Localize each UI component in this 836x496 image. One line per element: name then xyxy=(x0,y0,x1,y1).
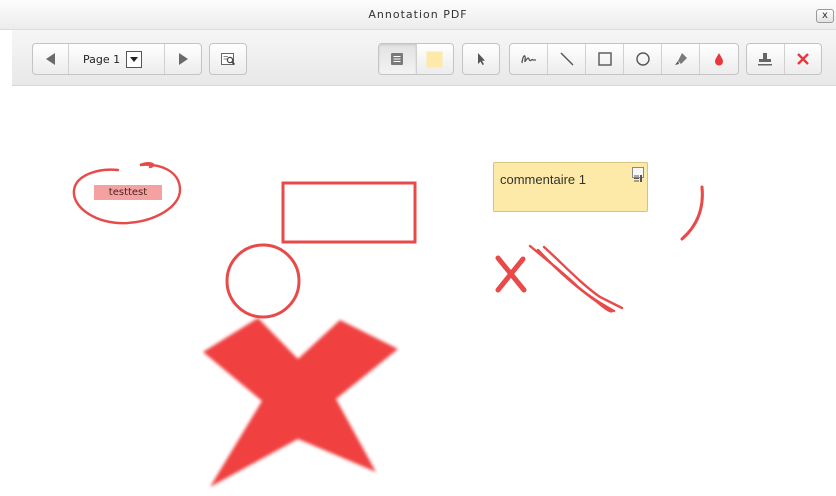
annotation-pdf-window: Annotation PDF x Page 1 testtest comment… xyxy=(0,0,836,496)
pdf-page-canvas[interactable]: testtest commentaire 1 xyxy=(0,87,836,496)
arrow-left-icon xyxy=(43,51,59,67)
large-cross-stamp[interactable] xyxy=(203,318,398,487)
oval-tool-button[interactable] xyxy=(624,44,662,74)
rectangle-icon xyxy=(597,51,613,67)
pointer-icon xyxy=(474,52,488,66)
page-select-value: Page 1 xyxy=(83,52,121,66)
select-tool-button[interactable] xyxy=(463,44,499,74)
comment-group xyxy=(378,43,454,75)
select-group xyxy=(462,43,500,75)
page-navigation-group: Page 1 xyxy=(32,43,202,75)
delete-annotation-button[interactable] xyxy=(785,44,822,74)
highlighter-tool-button[interactable] xyxy=(662,44,700,74)
freehand-line-annotation[interactable] xyxy=(528,244,624,313)
comment-menu-icon[interactable] xyxy=(632,167,644,182)
oval-icon xyxy=(635,51,651,67)
circle-annotation[interactable] xyxy=(225,243,301,319)
stamp-tool-button[interactable] xyxy=(747,44,785,74)
stamp-group xyxy=(746,43,822,75)
search-page-button[interactable] xyxy=(210,44,246,74)
search-page-icon xyxy=(220,51,236,67)
comment-color-button[interactable] xyxy=(417,44,454,74)
freehand-arc-annotation[interactable] xyxy=(680,185,704,241)
title-bar: Annotation PDF x xyxy=(0,0,836,30)
stamp-icon xyxy=(757,51,773,67)
line-icon xyxy=(559,51,575,67)
toolbar: Page 1 xyxy=(12,30,836,86)
fill-color-icon xyxy=(712,51,726,67)
close-button[interactable]: x xyxy=(816,9,834,23)
comment-tool-button[interactable] xyxy=(379,44,417,74)
color-swatch-icon xyxy=(426,51,443,68)
highlighter-icon xyxy=(673,51,689,67)
next-page-button[interactable] xyxy=(165,44,201,74)
arrow-right-icon xyxy=(175,51,191,67)
line-tool-button[interactable] xyxy=(548,44,586,74)
comment-text[interactable]: commentaire 1 xyxy=(500,172,586,187)
highlight-annotation[interactable]: testtest xyxy=(94,185,162,200)
drawing-tools-group xyxy=(509,43,739,75)
fill-color-button[interactable] xyxy=(700,44,738,74)
page-select[interactable]: Page 1 xyxy=(69,44,165,74)
rectangle-tool-button[interactable] xyxy=(586,44,624,74)
pen-tool-button[interactable] xyxy=(510,44,548,74)
delete-icon xyxy=(796,52,810,66)
pen-icon xyxy=(520,52,538,66)
small-cross-stamp[interactable] xyxy=(495,255,527,293)
chevron-down-icon[interactable] xyxy=(126,50,143,68)
comment-annotation[interactable]: commentaire 1 xyxy=(493,162,648,212)
rectangle-annotation[interactable] xyxy=(281,181,417,244)
window-title: Annotation PDF xyxy=(368,8,468,21)
comment-icon xyxy=(389,51,405,67)
search-group xyxy=(209,43,247,75)
previous-page-button[interactable] xyxy=(33,44,69,74)
